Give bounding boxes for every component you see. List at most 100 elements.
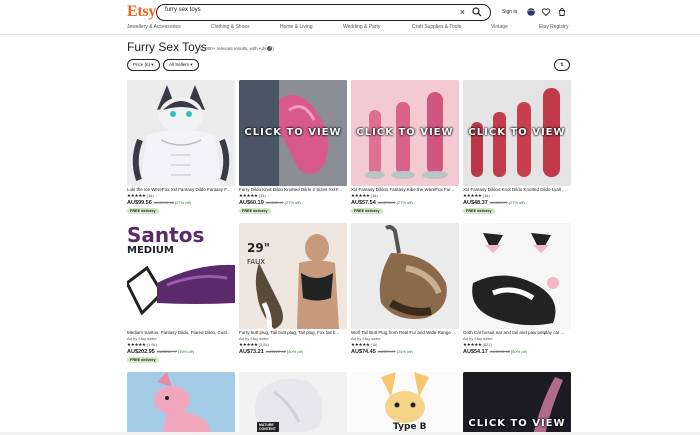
- product-title[interactable]: Furry Dildo Knot Dildo Knotted Dildo 2 S…: [239, 187, 347, 192]
- original-price: AU$99.27: [377, 349, 396, 354]
- sale-price: AU$57.54: [351, 200, 376, 206]
- star-rating: ★★★★★ (38): [463, 193, 490, 199]
- product-title[interactable]: Loki the Ice WereFox Xxl Fantasy Dildo F…: [127, 187, 235, 192]
- cart-icon[interactable]: [557, 7, 567, 17]
- discount-percent: (25% off): [396, 349, 413, 354]
- sale-price: AU$54.17: [463, 349, 488, 355]
- product-title[interactable]: Medium Santos, Fantasy Dildo, Flared Dil…: [127, 330, 235, 335]
- original-price: AU$82.45: [265, 200, 284, 205]
- search-input[interactable]: furry sex toys: [165, 7, 201, 13]
- product-image[interactable]: 29" FAUX: [239, 223, 347, 329]
- stars: ★★★★★: [351, 193, 370, 198]
- original-price: AU$238.77: [156, 349, 177, 354]
- price: AU$202.95 AU$238.77(15% off): [127, 349, 194, 355]
- nav-registry[interactable]: Etsy Registry: [539, 24, 568, 30]
- discount-percent: (27% off): [174, 200, 191, 205]
- product-image[interactable]: [127, 372, 235, 435]
- product-image[interactable]: Santos MEDIUM: [127, 223, 235, 329]
- etsy-logo[interactable]: Etsy: [127, 3, 156, 21]
- werefox-illustration: [127, 80, 235, 186]
- product-title[interactable]: Xxl Fantasy Dildos Knot Dildo Knotted Di…: [463, 187, 571, 192]
- ad-label: Ad by Etsy seller: [239, 336, 269, 341]
- product-image[interactable]: [127, 80, 235, 186]
- discount-percent: (40% off): [286, 349, 303, 354]
- size-watermark: 29": [247, 241, 270, 255]
- original-price: AU$122.02: [265, 349, 286, 354]
- product-image[interactable]: [351, 223, 459, 329]
- star-rating: ★★★★★ (821): [463, 342, 492, 348]
- faux-watermark: FAUX: [247, 258, 266, 266]
- sort-button[interactable]: ⇅: [554, 59, 570, 71]
- product-image[interactable]: [463, 223, 571, 329]
- original-price: AU$66.27: [489, 200, 508, 205]
- product-image[interactable]: CLICK TO VIEW: [463, 80, 571, 186]
- sale-price: AU$202.95: [127, 349, 155, 355]
- product-photo: [351, 223, 459, 329]
- page-title: Furry Sex Toys: [127, 40, 207, 54]
- stars: ★★★★★: [239, 193, 258, 198]
- product-image[interactable]: MATURE CONTENT: [239, 372, 347, 435]
- original-price: AU$78.82: [377, 200, 396, 205]
- review-count: (53): [258, 193, 266, 198]
- sellers-filter-button[interactable]: All Sellers ▾: [163, 59, 199, 71]
- product-title[interactable]: Goth Cat fursuit ear and tail and paw pe…: [463, 330, 571, 335]
- discount-percent: (50% off): [510, 349, 527, 354]
- review-count: (1.9k): [146, 342, 157, 347]
- free-delivery-badge: FREE delivery: [127, 208, 159, 214]
- heart-icon[interactable]: [541, 7, 551, 17]
- product-title[interactable]: Furry butt plug, Tail butt plug, Tail pl…: [239, 330, 347, 335]
- review-count: (38): [482, 193, 490, 198]
- discount-percent: (27% off): [396, 200, 413, 205]
- price-filter-button[interactable]: Price (£) ▾: [127, 59, 160, 71]
- nav-home[interactable]: Home & Living: [280, 24, 313, 30]
- results-count-text: (1,000+ relevant results, with Ads: [200, 46, 267, 51]
- nav-clothing[interactable]: Clothing & Shoes: [211, 24, 250, 30]
- product-photo: [239, 372, 347, 435]
- ad-label: Ad by Etsy seller: [351, 336, 381, 341]
- review-count: (38): [146, 193, 154, 198]
- product-image[interactable]: CLICK TO VIEW: [463, 372, 571, 435]
- sale-price: AU$74.45: [351, 349, 376, 355]
- globe-icon[interactable]: [526, 7, 536, 17]
- clear-search-icon[interactable]: ×: [460, 5, 465, 19]
- star-rating: ★★★★★ (53): [239, 193, 266, 199]
- click-to-view-overlay[interactable]: CLICK TO VIEW: [239, 127, 347, 138]
- click-to-view-overlay[interactable]: CLICK TO VIEW: [463, 418, 571, 429]
- stars: ★★★★★: [351, 342, 370, 347]
- nav-craft[interactable]: Craft Supplies & Tools: [412, 24, 461, 30]
- ad-label: Ad by Etsy seller: [463, 336, 493, 341]
- product-title[interactable]: Wolf Tail Butt Plug from Real Fur and Wi…: [351, 330, 459, 335]
- santos-watermark: Santos: [127, 223, 205, 247]
- product-image[interactable]: CLICK TO VIEW: [351, 80, 459, 186]
- click-to-view-overlay[interactable]: CLICK TO VIEW: [463, 127, 571, 138]
- review-count: (38): [370, 193, 378, 198]
- discount-percent: (27% off): [284, 200, 301, 205]
- free-delivery-badge: FREE delivery: [127, 357, 159, 363]
- price: AU$99.56 AU$136.38(27% off): [127, 200, 191, 206]
- search-bar[interactable]: furry sex toys ×: [156, 4, 491, 21]
- product-image[interactable]: CLICK TO VIEW: [239, 80, 347, 186]
- search-icon[interactable]: [472, 7, 482, 17]
- free-delivery-badge: FREE delivery: [239, 208, 271, 214]
- stars: ★★★★★: [127, 193, 146, 198]
- sign-in-link[interactable]: Sign in: [502, 9, 517, 15]
- sale-price: AU$60.19: [239, 200, 264, 206]
- product-image[interactable]: Type B: [351, 372, 459, 435]
- sale-price: AU$99.56: [127, 200, 152, 206]
- category-nav: Jewellery & Accessories Clothing & Shoes…: [0, 24, 700, 34]
- header-divider: [0, 34, 700, 35]
- price: AU$60.19 AU$82.45(27% off): [239, 200, 301, 206]
- nav-vintage[interactable]: Vintage: [491, 24, 508, 30]
- results-close-paren: ): [272, 46, 274, 51]
- discount-percent: (27% off): [508, 200, 525, 205]
- price: AU$57.54 AU$78.82(27% off): [351, 200, 413, 206]
- click-to-view-overlay[interactable]: CLICK TO VIEW: [351, 127, 459, 138]
- sale-price: AU$48.37: [463, 200, 488, 206]
- product-title[interactable]: Xxl Fantasy Dildos Fantasy Kibe the Were…: [351, 187, 459, 192]
- furry-illustration: [127, 372, 235, 435]
- nav-wedding[interactable]: Wedding & Party: [343, 24, 380, 30]
- etsy-search-page: Etsy furry sex toys × Sign in Jewellery …: [0, 0, 700, 435]
- nav-jewellery[interactable]: Jewellery & Accessories: [127, 24, 181, 30]
- price: AU$73.21 AU$122.02(40% off): [239, 349, 303, 355]
- star-rating: ★★★★★ (2.5k): [239, 342, 269, 348]
